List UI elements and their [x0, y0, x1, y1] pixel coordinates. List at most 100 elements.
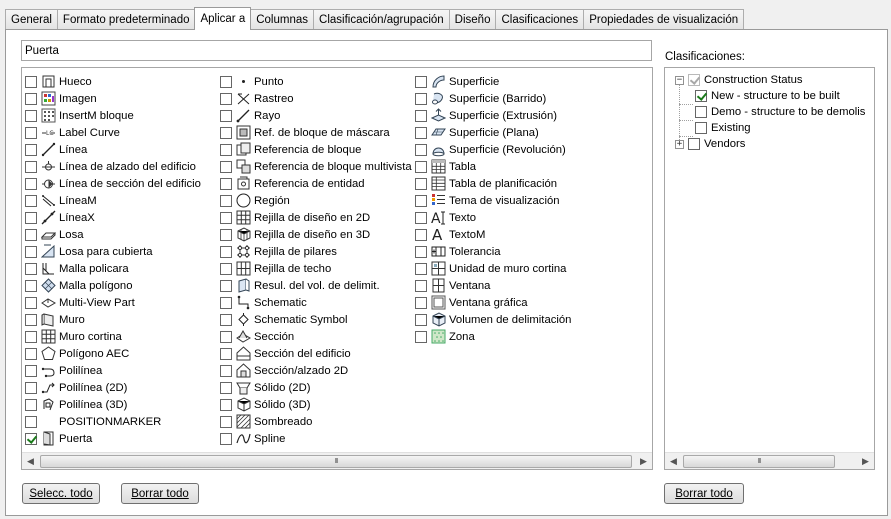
- tab-formato-predeterminado[interactable]: Formato predeterminado: [56, 9, 196, 29]
- object-checkbox[interactable]: [415, 245, 427, 258]
- object-item-schematic[interactable]: Schematic: [220, 294, 412, 311]
- object-item-textom[interactable]: A TextoM: [415, 226, 571, 243]
- object-item-seccion-alzado-2d[interactable]: Sección/alzado 2D: [220, 362, 412, 379]
- object-filter-input[interactable]: [21, 40, 652, 61]
- object-checkbox[interactable]: [220, 313, 232, 326]
- object-checkbox[interactable]: [25, 177, 37, 190]
- tree-checkbox[interactable]: [695, 90, 707, 102]
- object-item-tolerancia[interactable]: Tolerancia: [415, 243, 571, 260]
- collapse-icon[interactable]: −: [675, 75, 684, 85]
- object-item-ventana[interactable]: Ventana: [415, 277, 571, 294]
- tree-checkbox[interactable]: [695, 106, 707, 118]
- classifications-tree[interactable]: − Construction Status New - structure to b…: [664, 67, 875, 470]
- object-item-resul-del-vol-de-delimit[interactable]: Resul. del vol. de delimit.: [220, 277, 412, 294]
- object-item-lineax[interactable]: LíneaX: [25, 209, 201, 226]
- object-item-muro-cortina[interactable]: Muro cortina: [25, 328, 201, 345]
- object-item-losa-para-cubierta[interactable]: Losa para cubierta: [25, 243, 201, 260]
- object-item-spline[interactable]: Spline: [220, 430, 412, 447]
- object-checkbox[interactable]: [220, 262, 232, 275]
- object-item-solido-3d[interactable]: Sólido (3D): [220, 396, 412, 413]
- object-item-referencia-de-entidad[interactable]: Referencia de entidad: [220, 175, 412, 192]
- object-item-volumen-de-delimitacion[interactable]: Volumen de delimitación: [415, 311, 571, 328]
- tree-scroll-right-arrow-icon[interactable]: ▶: [857, 453, 874, 469]
- object-item-ref-de-bloque-de-mascara[interactable]: Ref. de bloque de máscara: [220, 124, 412, 141]
- object-checkbox[interactable]: [415, 330, 427, 343]
- object-item-texto[interactable]: A Texto: [415, 209, 571, 226]
- object-checkbox[interactable]: [220, 279, 232, 292]
- object-item-linea-de-alzado-del-edificio[interactable]: Línea de alzado del edificio: [25, 158, 201, 175]
- object-item-superficie-extrusion[interactable]: Superficie (Extrusión): [415, 107, 571, 124]
- tree-node-vendors[interactable]: + Vendors: [675, 136, 745, 152]
- tree-scroll-thumb[interactable]: III: [683, 455, 835, 468]
- object-item-muro[interactable]: Muro: [25, 311, 201, 328]
- object-item-poligono-aec[interactable]: Polígono AEC: [25, 345, 201, 362]
- object-checkbox[interactable]: [25, 245, 37, 258]
- object-item-tabla-de-planificacion[interactable]: Tabla de planificación: [415, 175, 571, 192]
- object-checkbox[interactable]: [25, 109, 37, 122]
- clear-all-button[interactable]: Borrar todo: [121, 483, 199, 504]
- object-item-rayo[interactable]: Rayo: [220, 107, 412, 124]
- tab-columnas[interactable]: Columnas: [250, 9, 315, 29]
- object-item-rastreo[interactable]: Rastreo: [220, 90, 412, 107]
- object-item-superficie[interactable]: Superficie: [415, 73, 571, 90]
- object-item-superficie-barrido[interactable]: Superficie (Barrido): [415, 90, 571, 107]
- object-checkbox[interactable]: [415, 262, 427, 275]
- tree-child-new-structure-to-be-built[interactable]: New - structure to be built: [695, 88, 840, 104]
- object-item-imagen[interactable]: Imagen: [25, 90, 201, 107]
- object-item-referencia-de-bloque-multivista[interactable]: Referencia de bloque multivista: [220, 158, 412, 175]
- object-item-region[interactable]: Región: [220, 192, 412, 209]
- object-checkbox[interactable]: [220, 381, 232, 394]
- object-checkbox[interactable]: [220, 160, 232, 173]
- object-checkbox[interactable]: [25, 262, 37, 275]
- object-checkbox[interactable]: [415, 194, 427, 207]
- object-item-ventana-grafica[interactable]: Ventana gráfica: [415, 294, 571, 311]
- object-checkbox[interactable]: [220, 330, 232, 343]
- object-item-referencia-de-bloque[interactable]: Referencia de bloque: [220, 141, 412, 158]
- object-checkbox[interactable]: [25, 143, 37, 156]
- object-item-punto[interactable]: Punto: [220, 73, 412, 90]
- object-checkbox[interactable]: [25, 313, 37, 326]
- tree-scroll-left-arrow-icon[interactable]: ◀: [665, 453, 682, 469]
- object-checkbox[interactable]: [415, 228, 427, 241]
- object-checkbox[interactable]: [415, 160, 427, 173]
- object-checkbox[interactable]: [220, 143, 232, 156]
- object-item-polilinea[interactable]: Polilínea: [25, 362, 201, 379]
- object-checkbox[interactable]: [415, 75, 427, 88]
- object-checkbox[interactable]: [220, 194, 232, 207]
- object-item-rejilla-de-diseno-en-2d[interactable]: Rejilla de diseño en 2D: [220, 209, 412, 226]
- object-item-unidad-de-muro-cortina[interactable]: Unidad de muro cortina: [415, 260, 571, 277]
- object-item-positionmarker[interactable]: POSITIONMARKER: [25, 413, 201, 430]
- tree-child-demo-structure-to-be-demolis[interactable]: Demo - structure to be demolis: [695, 104, 865, 120]
- object-item-label-curve[interactable]: LC Label Curve: [25, 124, 201, 141]
- object-item-tabla[interactable]: Tabla: [415, 158, 571, 175]
- object-checkbox[interactable]: [25, 211, 37, 224]
- object-checkbox[interactable]: [25, 330, 37, 343]
- object-checkbox[interactable]: [220, 364, 232, 377]
- clear-all-classifications-button[interactable]: Borrar todo: [664, 483, 744, 504]
- object-item-lineam[interactable]: LíneaM: [25, 192, 201, 209]
- object-checkbox[interactable]: [25, 279, 37, 292]
- object-item-tema-de-visualizacion[interactable]: Tema de visualización: [415, 192, 571, 209]
- object-checkbox[interactable]: [220, 109, 232, 122]
- object-item-malla-poligono[interactable]: Malla polígono: [25, 277, 201, 294]
- tab-aplicar-a[interactable]: Aplicar a: [194, 7, 252, 30]
- object-item-malla-policara[interactable]: Malla policara: [25, 260, 201, 277]
- object-checkbox[interactable]: [220, 211, 232, 224]
- object-item-polilinea-3d[interactable]: Polilínea (3D): [25, 396, 201, 413]
- scroll-right-arrow-icon[interactable]: ▶: [635, 453, 652, 469]
- object-checkbox[interactable]: [415, 313, 427, 326]
- object-item-seccion-del-edificio[interactable]: Sección del edificio: [220, 345, 412, 362]
- object-checkbox[interactable]: [415, 92, 427, 105]
- object-checkbox[interactable]: [25, 126, 37, 139]
- object-item-linea-de-seccion-del-edificio[interactable]: Línea de sección del edificio: [25, 175, 201, 192]
- object-checkbox[interactable]: [415, 177, 427, 190]
- tree-checkbox[interactable]: [688, 74, 700, 86]
- object-item-superficie-plana[interactable]: Superficie (Plana): [415, 124, 571, 141]
- tab-propiedades-de-visualizacion[interactable]: Propiedades de visualización: [583, 9, 745, 29]
- object-item-polilinea-2d[interactable]: Polilínea (2D): [25, 379, 201, 396]
- object-checkbox[interactable]: [220, 347, 232, 360]
- object-item-solido-2d[interactable]: Sólido (2D): [220, 379, 412, 396]
- object-item-sombreado[interactable]: Sombreado: [220, 413, 412, 430]
- select-all-button[interactable]: Selecc. todo: [22, 483, 100, 504]
- object-checkbox[interactable]: [25, 92, 37, 105]
